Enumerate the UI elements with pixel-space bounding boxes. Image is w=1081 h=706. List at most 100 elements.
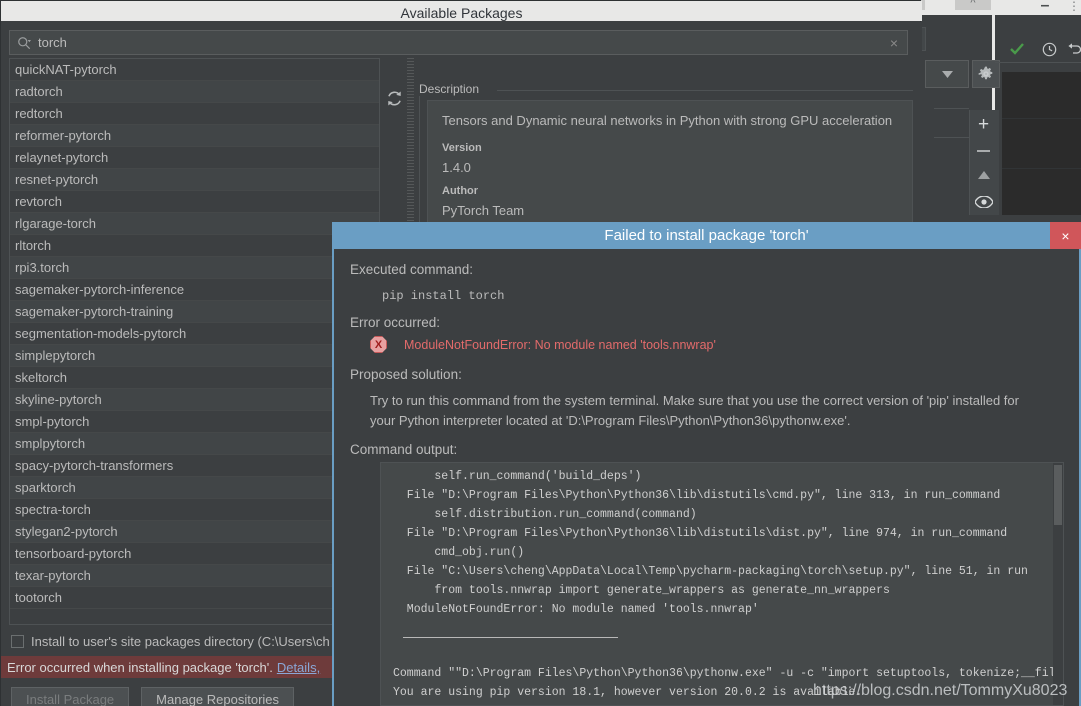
list-item[interactable]: smpl-pytorch — [10, 411, 379, 433]
command-output-separator — [403, 637, 618, 638]
list-item[interactable]: sparktorch — [10, 477, 379, 499]
eye-glyph — [974, 196, 993, 208]
minus-icon[interactable] — [969, 140, 998, 162]
eye-icon[interactable] — [969, 190, 998, 214]
list-item[interactable]: segmentation-models-pytorch — [10, 323, 379, 345]
error-message: ModuleNotFoundError: No module named 'to… — [404, 337, 716, 352]
failed-install-titlebar: Failed to install package 'torch' × — [332, 222, 1081, 249]
arrow-up-icon[interactable] — [969, 164, 998, 186]
bg-editor-line-1 — [1002, 118, 1081, 119]
refresh-icon[interactable] — [386, 90, 403, 107]
error-occurred-label: Error occurred: — [350, 315, 441, 330]
command-output-line: File "D:\Program Files\Python\Python36\l… — [393, 489, 1001, 502]
search-glyph — [18, 36, 31, 49]
search-input-value: torch — [38, 35, 67, 50]
list-item[interactable]: rpi3.torch — [10, 257, 379, 279]
search-input[interactable]: torch × — [9, 30, 908, 55]
author-value: PyTorch Team — [442, 203, 525, 218]
page-title: Available Packages — [400, 5, 523, 21]
revert-glyph — [1068, 43, 1081, 54]
clock-glyph — [1042, 42, 1056, 56]
install-user-site-checkbox[interactable]: Install to user's site packages director… — [11, 634, 330, 649]
checkbox-box[interactable] — [11, 635, 24, 648]
proposed-solution-line-1: Try to run this command from the system … — [370, 393, 1019, 408]
package-list[interactable]: quickNAT-pytorch radtorch redtorch reformer… — [9, 58, 380, 625]
version-label: Version — [442, 142, 482, 154]
bg-row-divider-1 — [934, 108, 969, 109]
executed-command-label: Executed command: — [350, 262, 474, 277]
command-output-line: File "D:\Program Files\Python\Python36\l… — [393, 527, 1008, 540]
clear-search-icon[interactable]: × — [881, 35, 907, 51]
command-output-line: self.run_command('build_deps') — [393, 470, 642, 483]
list-item[interactable]: tensorboard-pytorch — [10, 543, 379, 565]
list-item[interactable]: stylegan2-pytorch — [10, 521, 379, 543]
list-item[interactable]: redtorch — [10, 103, 379, 125]
check-glyph — [1010, 43, 1024, 55]
check-icon[interactable] — [1007, 38, 1027, 60]
list-item[interactable]: radtorch — [10, 81, 379, 103]
list-item[interactable]: revtorch — [10, 191, 379, 213]
command-output-scrollbar[interactable] — [1053, 463, 1063, 705]
manage-repositories-button[interactable]: Manage Repositories — [141, 687, 295, 706]
list-item[interactable]: resnet-pytorch — [10, 169, 379, 191]
package-summary: Tensors and Dynamic neural networks in P… — [442, 113, 893, 128]
list-item[interactable]: rltorch — [10, 235, 379, 257]
command-output-line: from tools.nnwrap import generate_wrappe… — [393, 584, 890, 597]
command-output-line: ModuleNotFoundError: No module named 'to… — [393, 603, 759, 616]
list-item[interactable]: texar-pytorch — [10, 565, 379, 587]
status-error-details-link[interactable]: Details, — [277, 660, 320, 675]
list-item[interactable]: sagemaker-pytorch-inference — [10, 279, 379, 301]
description-legend-rule — [497, 90, 913, 91]
collapse-icon[interactable]: ⋮ — [1066, 0, 1081, 14]
install-user-site-label: Install to user's site packages director… — [31, 634, 330, 649]
list-item[interactable]: spacy-pytorch-transformers — [10, 455, 379, 477]
list-item[interactable]: quickNAT-pytorch — [10, 59, 379, 81]
command-output-lines: self.run_command('build_deps') File "D:\… — [381, 467, 1063, 619]
list-item[interactable]: smplpytorch — [10, 433, 379, 455]
error-message-row: X ModuleNotFoundError: No module named '… — [334, 336, 1079, 353]
dialog-button-row: Install Package Manage Repositories — [11, 687, 295, 706]
clock-icon[interactable] — [1038, 38, 1060, 60]
bg-row-divider-2 — [934, 137, 969, 138]
bg-editor-tabbar — [995, 15, 1081, 37]
list-item[interactable]: spectra-torch — [10, 499, 379, 521]
search-icon — [10, 36, 38, 50]
collapse-up-icon-2[interactable]: ^ — [955, 0, 991, 10]
chevron-down-icon[interactable] — [925, 60, 969, 88]
gear-icon[interactable] — [972, 60, 1000, 88]
failed-install-title: Failed to install package 'torch' — [604, 227, 809, 244]
error-icon: X — [370, 336, 387, 353]
arrow-up-glyph — [977, 171, 990, 179]
command-output-line: Command ""D:\Program Files\Python\Python… — [393, 667, 1063, 680]
available-packages-titlebar: Available Packages — [1, 1, 922, 21]
list-item[interactable]: rlgarage-torch — [10, 213, 379, 235]
plus-icon[interactable]: + — [969, 112, 998, 138]
command-output-box[interactable]: self.run_command('build_deps') File "D:\… — [380, 462, 1064, 706]
list-item[interactable]: skeltorch — [10, 367, 379, 389]
list-item[interactable]: sagemaker-pytorch-training — [10, 301, 379, 323]
list-item[interactable]: skyline-pytorch — [10, 389, 379, 411]
install-package-button[interactable]: Install Package — [11, 687, 130, 706]
status-error-bar: Error occurred when installing package '… — [1, 656, 338, 678]
refresh-glyph — [388, 91, 401, 106]
proposed-solution-line-2: your Python interpreter located at 'D:\P… — [370, 413, 851, 428]
proposed-solution-label: Proposed solution: — [350, 367, 462, 382]
revert-icon[interactable] — [1066, 38, 1081, 60]
executed-command-value: pip install torch — [382, 289, 505, 303]
chevron-down-glyph — [941, 70, 953, 78]
close-icon[interactable]: × — [1050, 222, 1081, 249]
bg-editor-divider — [995, 62, 1081, 63]
gear-glyph — [978, 66, 993, 80]
scrollbar-thumb[interactable] — [1054, 465, 1062, 525]
bg-editor-line-2 — [1002, 168, 1081, 169]
screen-root: × + — [0, 0, 1081, 706]
watermark: https://blog.csdn.net/TommyXu8023 — [813, 682, 1068, 699]
list-item[interactable]: relaynet-pytorch — [10, 147, 379, 169]
command-output-line: cmd_obj.run() — [393, 546, 525, 559]
list-item[interactable]: tootorch — [10, 587, 379, 609]
list-item[interactable]: reformer-pytorch — [10, 125, 379, 147]
list-item[interactable]: simplepytorch — [10, 345, 379, 367]
command-output-label: Command output: — [350, 442, 458, 457]
version-value: 1.4.0 — [442, 160, 471, 175]
minimize-icon[interactable]: – — [1036, 0, 1054, 14]
